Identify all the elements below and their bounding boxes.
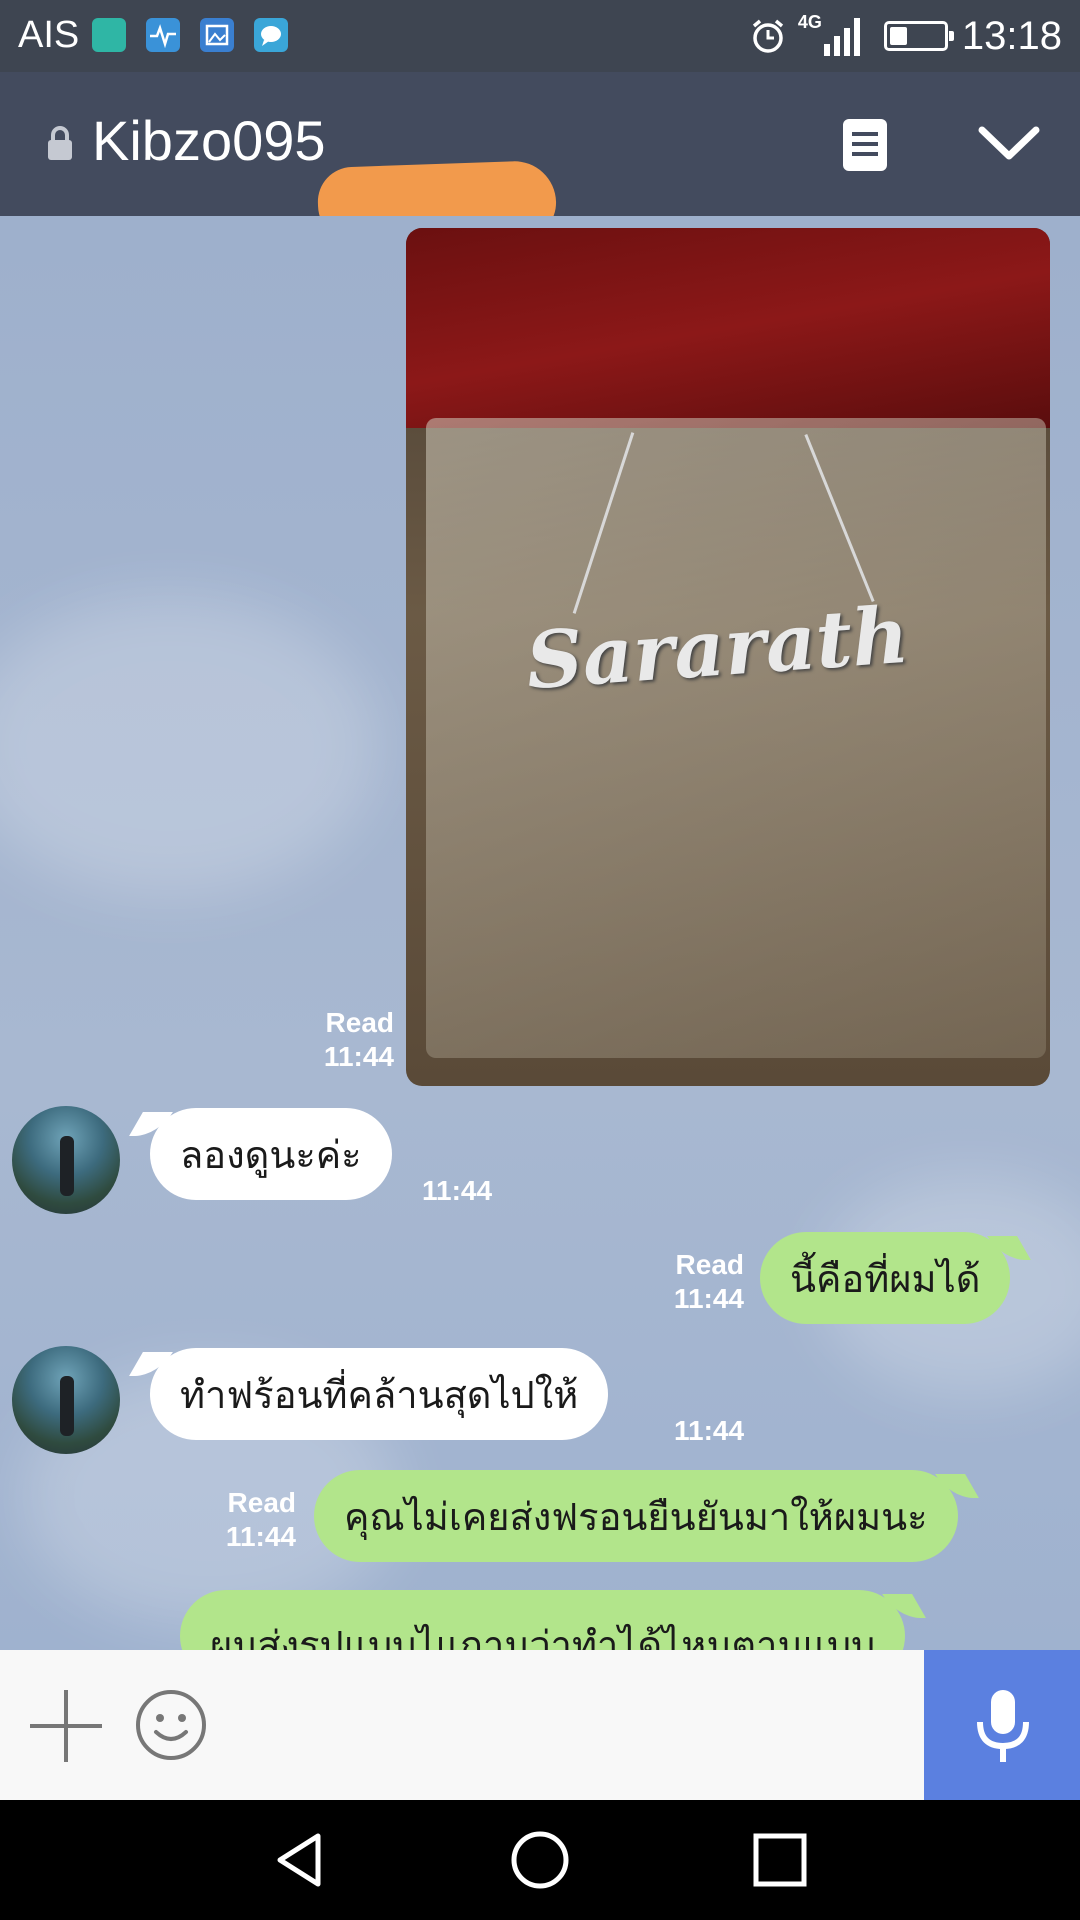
read-label: Read xyxy=(325,1007,394,1038)
health-app-icon xyxy=(146,18,180,52)
back-icon[interactable] xyxy=(270,1830,330,1890)
message-input-field[interactable] xyxy=(230,1670,910,1780)
signal-icon xyxy=(823,18,860,56)
avatar[interactable] xyxy=(12,1346,120,1454)
photo-bag xyxy=(426,418,1046,1058)
line-app-icon xyxy=(92,18,126,52)
status-bar: AIS 4G 13:18 xyxy=(0,0,1080,72)
chat-header: Kibzo095 xyxy=(0,72,1080,247)
background-cloud xyxy=(0,596,380,896)
home-icon[interactable] xyxy=(510,1830,570,1890)
read-label: Read xyxy=(227,1487,296,1518)
smiley-icon[interactable] xyxy=(134,1688,208,1762)
message-text: นี้คือที่ผมได้ xyxy=(790,1256,981,1301)
lock-icon xyxy=(48,126,72,160)
outgoing-message-bubble[interactable]: คุณไม่เคยส่งฟรอนยืนยันมาให้ผมนะ xyxy=(314,1470,958,1562)
alarm-icon xyxy=(752,19,783,53)
battery-fill xyxy=(889,27,908,45)
recents-icon[interactable] xyxy=(750,1830,810,1890)
message-time: 11:44 xyxy=(422,1175,493,1206)
avatar-figure xyxy=(60,1136,74,1196)
avatar[interactable] xyxy=(12,1106,120,1214)
microphone-button[interactable] xyxy=(924,1650,1080,1800)
chat-messages[interactable]: Sararath Read 11:44 ลองดูนะค่ะ 11:44 Rea… xyxy=(0,216,1080,1650)
message-app-icon xyxy=(254,18,288,52)
message-time: 11:44 xyxy=(323,1041,394,1072)
navigation-bar xyxy=(0,1800,1080,1920)
avatar-figure xyxy=(60,1376,74,1436)
message-time: 11:44 xyxy=(674,1415,745,1446)
incoming-message-bubble[interactable]: ลองดูนะค่ะ xyxy=(150,1108,392,1200)
incoming-message-bubble[interactable]: ทำฟร้อนที่คล้านสุดไปให้ xyxy=(150,1348,609,1440)
message-text: ผมส่งรปแบบไแถามว่าทำได้ไหมตามแบบ xyxy=(210,1623,876,1650)
battery-icon xyxy=(883,21,954,51)
image-message[interactable]: Sararath xyxy=(406,228,1050,1086)
message-meta: Read 11:44 xyxy=(300,1006,394,1074)
message-time: 11:44 xyxy=(673,1283,744,1314)
microphone-icon xyxy=(977,1690,1029,1762)
clock: 13:18 xyxy=(961,13,1062,58)
chevron-down-icon[interactable] xyxy=(978,124,1040,164)
gallery-app-icon xyxy=(200,18,234,52)
message-meta: Read 11:44 xyxy=(202,1486,296,1554)
carrier-label: AIS xyxy=(18,14,80,56)
message-meta: Read 11:44 xyxy=(650,1248,744,1316)
read-label: Read xyxy=(675,1249,744,1280)
message-time: 11:44 xyxy=(225,1521,296,1552)
plus-icon[interactable] xyxy=(30,1690,102,1762)
message-text: คุณไม่เคยส่งฟรอนยืนยันมาให้ผมนะ xyxy=(344,1494,928,1539)
network-type-label: 4G xyxy=(797,12,822,32)
outgoing-message-bubble[interactable]: ผมส่งรปแบบไแถามว่าทำได้ไหมตามแบบ xyxy=(180,1590,906,1650)
notes-icon[interactable] xyxy=(842,118,888,172)
message-text: ลองดูนะค่ะ xyxy=(180,1132,362,1177)
status-indicators: 4G 13:18 xyxy=(748,10,1062,62)
photo-fabric xyxy=(406,228,1050,428)
message-text: ทำฟร้อนที่คล้านสุดไปให้ xyxy=(180,1372,579,1417)
chat-title[interactable]: Kibzo095 xyxy=(92,108,326,173)
message-input-bar xyxy=(0,1650,1080,1800)
outgoing-message-bubble[interactable]: นี้คือที่ผมได้ xyxy=(760,1232,1011,1324)
